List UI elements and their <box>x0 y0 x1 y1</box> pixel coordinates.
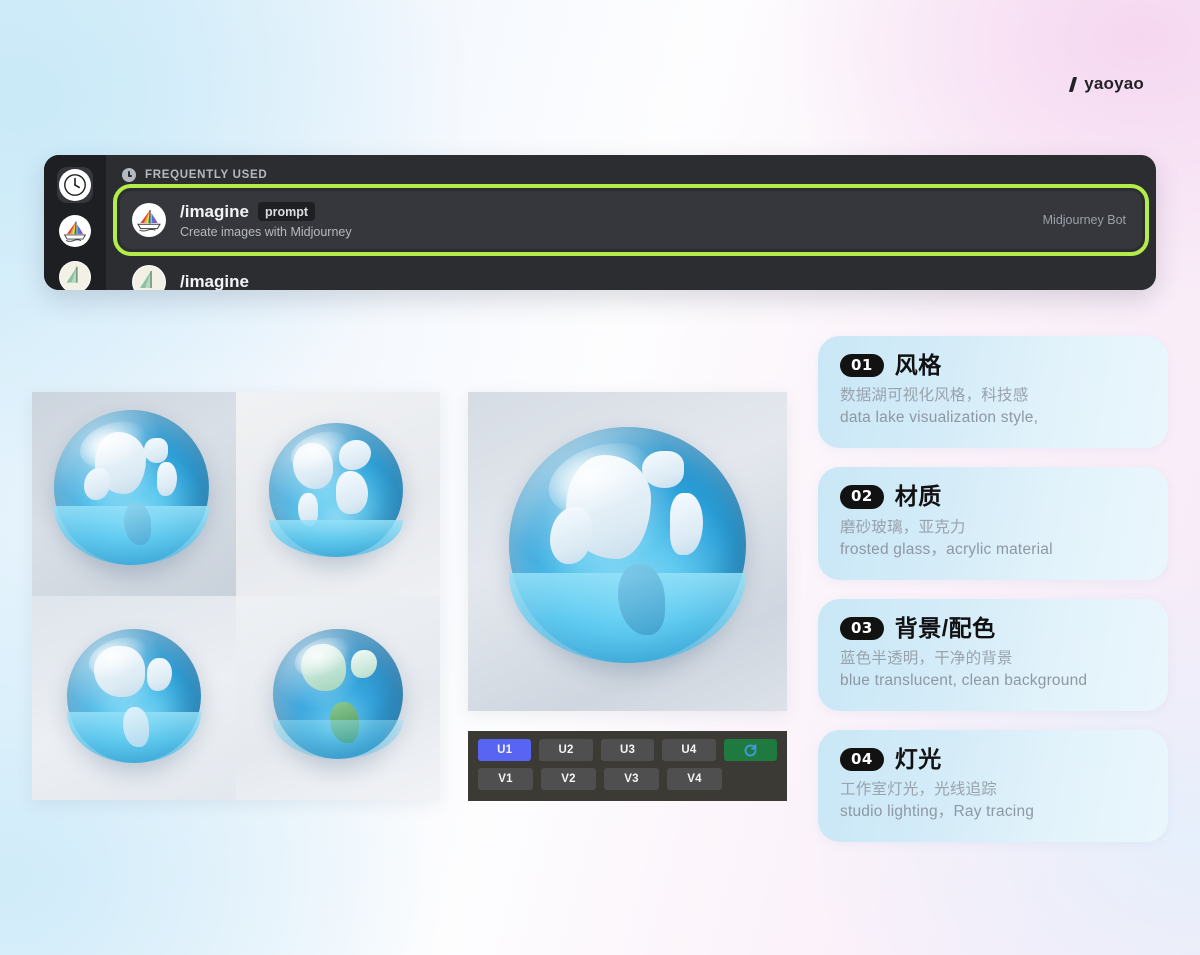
card-line-en: frosted glass，acrylic material <box>840 539 1148 561</box>
command-item-imagine[interactable]: /imagine prompt Create images with Midjo… <box>120 191 1142 249</box>
card-header: 02 材质 <box>840 484 1148 509</box>
card-number-badge: 01 <box>840 354 884 377</box>
command-name: /imagine <box>180 272 249 290</box>
frequently-used-label: FREQUENTLY USED <box>145 169 267 181</box>
command-title-line: /imagine prompt <box>180 202 352 222</box>
rail-item-midjourney-bot[interactable] <box>57 213 93 249</box>
palette-content: FREQUENTLY USED <box>106 155 1156 290</box>
midjourney-action-bar: U1 U2 U3 U4 V1 V2 V3 V4 <box>468 731 787 801</box>
card-number-badge: 04 <box>840 748 884 771</box>
prompt-card-03: 03 背景/配色 蓝色半透明，干净的背景 blue translucent, c… <box>818 599 1168 711</box>
midjourney-sailboat-icon <box>59 215 91 247</box>
card-header: 03 背景/配色 <box>840 616 1148 641</box>
frequently-used-header: FREQUENTLY USED <box>120 168 1142 182</box>
command-title-line: /imagine <box>180 272 249 290</box>
clock-icon-small <box>122 168 136 182</box>
card-line-cn: 工作室灯光，光线追踪 <box>840 779 1148 801</box>
watermark: yaoyao <box>1071 74 1144 94</box>
card-title: 背景/配色 <box>895 616 996 641</box>
card-number-badge: 03 <box>840 617 884 640</box>
card-line-cn: 蓝色半透明，干净的背景 <box>840 648 1148 670</box>
upscale-button-u3[interactable]: U3 <box>601 739 654 761</box>
upscale-button-u1[interactable]: U1 <box>478 739 531 761</box>
midjourney-sailboat-icon <box>132 203 166 237</box>
grid-quadrant-u1[interactable] <box>32 392 236 596</box>
watermark-text: yaoyao <box>1084 74 1144 94</box>
grid-quadrant-u3[interactable] <box>32 596 236 800</box>
command-text: /imagine prompt Create images with Midjo… <box>180 202 352 239</box>
variation-button-v3[interactable]: V3 <box>604 768 659 790</box>
upscale-button-u2[interactable]: U2 <box>539 739 592 761</box>
upscale-button-u4[interactable]: U4 <box>662 739 715 761</box>
prompt-card-01: 01 风格 数据湖可视化风格，科技感 data lake visualizati… <box>818 336 1168 448</box>
upscale-button-row: U1 U2 U3 U4 <box>478 739 777 761</box>
variation-button-row: V1 V2 V3 V4 <box>478 768 777 790</box>
card-title: 材质 <box>895 484 942 509</box>
command-arg-badge: prompt <box>258 202 315 221</box>
card-line-cn: 数据湖可视化风格，科技感 <box>840 385 1148 407</box>
command-name: /imagine <box>180 202 249 222</box>
prompt-feature-cards: 01 风格 数据湖可视化风格，科技感 data lake visualizati… <box>818 336 1168 842</box>
prompt-card-04: 04 灯光 工作室灯光，光线追踪 studio lighting，Ray tra… <box>818 730 1168 842</box>
card-line-en: studio lighting，Ray tracing <box>840 801 1148 823</box>
green-sailboat-icon <box>59 261 91 290</box>
prompt-card-02: 02 材质 磨砂玻璃，亚克力 frosted glass，acrylic mat… <box>818 467 1168 579</box>
rail-item-frequently-used[interactable] <box>57 167 93 203</box>
midjourney-upscaled-globe[interactable] <box>468 392 787 711</box>
grid-quadrant-u2[interactable] <box>236 392 440 596</box>
card-line-en: data lake visualization style, <box>840 407 1148 429</box>
refresh-icon <box>743 743 758 758</box>
card-title: 灯光 <box>895 747 942 772</box>
rail-item-bot[interactable] <box>57 259 93 290</box>
card-title: 风格 <box>895 353 942 378</box>
variation-button-v4[interactable]: V4 <box>667 768 722 790</box>
midjourney-2x2-grid[interactable] <box>32 392 440 800</box>
variation-button-v1[interactable]: V1 <box>478 768 533 790</box>
card-header: 04 灯光 <box>840 747 1148 772</box>
reroll-button[interactable] <box>724 739 777 761</box>
card-number-badge: 02 <box>840 485 884 508</box>
clock-icon <box>59 169 91 201</box>
command-item-imagine-secondary[interactable]: /imagine <box>120 253 1142 290</box>
slash-logo-icon <box>1069 77 1077 92</box>
variation-button-v2[interactable]: V2 <box>541 768 596 790</box>
grid-quadrant-u4[interactable] <box>236 596 440 800</box>
command-bot-name: Midjourney Bot <box>1043 213 1126 227</box>
green-sailboat-icon <box>132 265 166 290</box>
palette-app-rail <box>44 155 106 290</box>
discord-command-palette: FREQUENTLY USED <box>44 155 1156 290</box>
command-description: Create images with Midjourney <box>180 225 352 239</box>
card-line-en: blue translucent, clean background <box>840 670 1148 692</box>
command-text: /imagine <box>180 272 249 290</box>
card-line-cn: 磨砂玻璃，亚克力 <box>840 517 1148 539</box>
card-header: 01 风格 <box>840 353 1148 378</box>
page-canvas: yaoyao <box>0 0 1200 955</box>
